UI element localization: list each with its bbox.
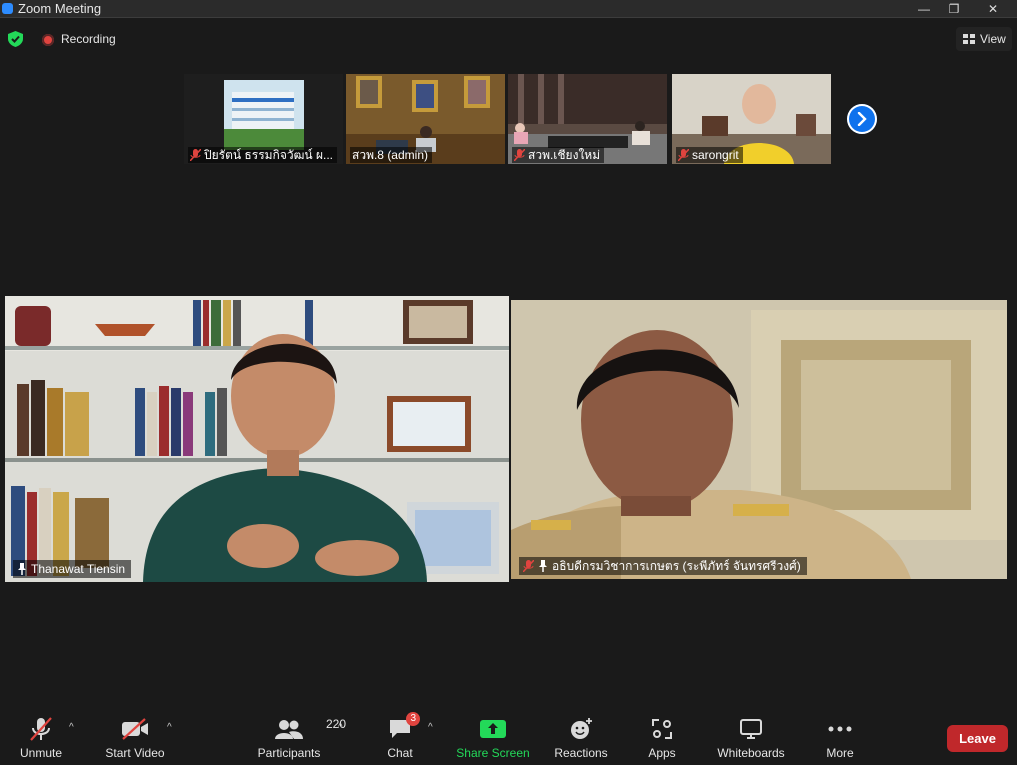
view-button[interactable]: View bbox=[956, 27, 1012, 51]
pin-icon bbox=[539, 560, 547, 572]
close-button[interactable]: ✕ bbox=[969, 0, 1017, 17]
speaker-name-tag: Thanawat Tiensin bbox=[13, 560, 132, 578]
more-button[interactable]: More bbox=[820, 706, 860, 765]
thumbnail-name: sarongrit bbox=[692, 148, 739, 162]
muted-mic-icon bbox=[678, 149, 689, 161]
share-screen-button[interactable]: Share Screen bbox=[455, 706, 531, 765]
audio-options-caret-icon[interactable]: ^ bbox=[69, 722, 74, 733]
participant-tile[interactable]: อธิบดีกรมวิชาการเกษตร (ระพีภัทร์ จันทรศร… bbox=[511, 300, 1007, 579]
participant-thumbnail[interactable]: สวพ.เชียงใหม่ bbox=[508, 74, 667, 164]
more-label: More bbox=[826, 746, 854, 760]
share-screen-icon bbox=[480, 720, 506, 738]
chat-unread-badge: 3 bbox=[406, 712, 420, 726]
minimize-button[interactable]: — bbox=[909, 0, 939, 17]
video-options-caret-icon[interactable]: ^ bbox=[167, 722, 172, 733]
muted-mic-icon bbox=[514, 149, 525, 161]
meeting-toolbar: Unmute ^ Start Video ^ 220 Participants … bbox=[0, 706, 1017, 765]
reactions-button[interactable]: Reactions bbox=[525, 706, 637, 765]
leave-button[interactable]: Leave bbox=[947, 725, 1008, 752]
unmute-label: Unmute bbox=[19, 746, 63, 760]
next-page-button[interactable] bbox=[847, 104, 877, 134]
start-video-button[interactable]: Start Video bbox=[100, 706, 170, 765]
recording-label: Recording bbox=[61, 32, 116, 46]
reactions-label: Reactions bbox=[554, 746, 608, 760]
thumbnail-name: ปิยรัตน์ ธรรมกิจวัฒน์ ผ... bbox=[204, 147, 333, 162]
participants-options-caret-icon[interactable]: ^ bbox=[338, 722, 343, 733]
muted-mic-icon bbox=[523, 560, 534, 572]
window-title: Zoom Meeting bbox=[18, 1, 102, 16]
reactions-icon bbox=[571, 718, 592, 739]
muted-mic-icon bbox=[190, 149, 201, 161]
grid-view-icon bbox=[963, 33, 975, 44]
participant-thumbnail[interactable]: ปิยรัตน์ ธรรมกิจวัฒน์ ผ... bbox=[184, 74, 343, 164]
view-label: View bbox=[980, 32, 1006, 46]
chat-options-caret-icon[interactable]: ^ bbox=[428, 722, 433, 733]
maximize-button[interactable]: ❐ bbox=[939, 0, 969, 17]
thumbnail-name-tag: ปิยรัตน์ ธรรมกิจวัฒน์ ผ... bbox=[188, 147, 337, 163]
video-off-icon bbox=[122, 718, 148, 740]
window-title-bar: Zoom Meeting — ❐ ✕ bbox=[0, 0, 1017, 18]
thumbnail-name-tag: สวพ.8 (admin) bbox=[350, 147, 432, 163]
speaker-video bbox=[5, 296, 509, 582]
thumbnail-name: สวพ.8 (admin) bbox=[352, 147, 428, 162]
participants-label: Participants bbox=[257, 746, 321, 760]
thumbnail-name: สวพ.เชียงใหม่ bbox=[528, 147, 601, 162]
apps-button[interactable]: Apps bbox=[640, 706, 684, 765]
participants-count: 220 bbox=[326, 717, 347, 731]
share-screen-label: Share Screen bbox=[456, 746, 530, 760]
chat-button[interactable]: 3 Chat bbox=[380, 706, 420, 765]
recording-indicator-icon[interactable] bbox=[42, 34, 54, 46]
whiteboards-button[interactable]: Whiteboards bbox=[712, 706, 790, 765]
whiteboards-label: Whiteboards bbox=[717, 746, 785, 760]
unmute-button[interactable]: Unmute bbox=[15, 706, 67, 765]
shield-icon[interactable] bbox=[8, 31, 23, 47]
participant-video bbox=[511, 300, 1007, 579]
thumbnail-name-tag: สวพ.เชียงใหม่ bbox=[512, 147, 605, 163]
zoom-app-icon bbox=[2, 3, 13, 14]
whiteboard-icon bbox=[740, 719, 762, 739]
pin-icon bbox=[18, 563, 26, 575]
start-video-label: Start Video bbox=[105, 746, 165, 760]
participant-name: อธิบดีกรมวิชาการเกษตร (ระพีภัทร์ จันทรศร… bbox=[552, 558, 801, 573]
thumbnail-name-tag: sarongrit bbox=[676, 147, 743, 163]
chat-label: Chat bbox=[387, 746, 413, 760]
active-speaker-tile[interactable]: Thanawat Tiensin bbox=[5, 296, 509, 582]
chevron-right-icon bbox=[857, 112, 867, 126]
participants-icon bbox=[275, 720, 303, 739]
participant-name-tag: อธิบดีกรมวิชาการเกษตร (ระพีภัทร์ จันทรศร… bbox=[519, 557, 807, 575]
participant-thumbnail[interactable]: sarongrit bbox=[672, 74, 831, 164]
apps-label: Apps bbox=[648, 746, 676, 760]
more-dots-icon bbox=[828, 726, 852, 732]
mic-off-icon bbox=[30, 717, 52, 741]
participants-button[interactable]: 220 Participants bbox=[254, 706, 346, 765]
apps-icon bbox=[652, 719, 672, 739]
participant-thumbnail[interactable]: สวพ.8 (admin) bbox=[346, 74, 505, 164]
speaker-name: Thanawat Tiensin bbox=[31, 562, 126, 576]
